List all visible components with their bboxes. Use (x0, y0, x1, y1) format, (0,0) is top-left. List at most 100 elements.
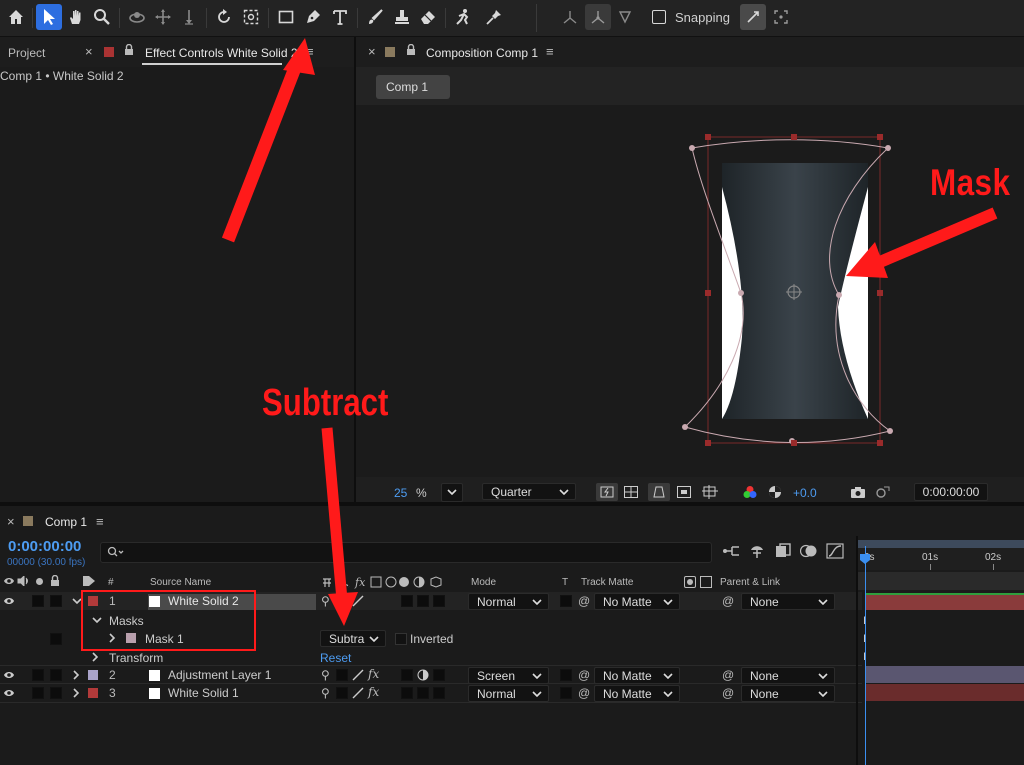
home-icon[interactable] (3, 4, 29, 30)
fast-previews-icon[interactable] (596, 483, 618, 501)
parent-dropdown[interactable]: None (741, 685, 835, 702)
local-axis-icon[interactable] (557, 4, 583, 30)
world-axis-icon[interactable] (585, 4, 611, 30)
dolly-tool-icon[interactable] (176, 4, 202, 30)
grid-guides-icon[interactable] (702, 485, 718, 499)
mask-name[interactable]: Mask 1 (145, 632, 184, 646)
show-snapshot-icon[interactable] (874, 485, 890, 499)
orbit-tool-icon[interactable] (124, 4, 150, 30)
zoom-value[interactable]: 25 (394, 486, 407, 500)
layer-search-input[interactable] (100, 542, 712, 563)
masks-group-row[interactable]: Masks (0, 611, 862, 629)
track-matte-dropdown[interactable]: No Matte (594, 685, 680, 702)
selection-tool-icon[interactable] (36, 4, 62, 30)
lock-icon[interactable] (124, 44, 134, 56)
tab-project[interactable]: Project (8, 46, 45, 60)
close-tab-icon[interactable]: × (7, 514, 15, 529)
shy-switch-icon[interactable]: ⚲ (321, 668, 330, 682)
panel-menu-icon[interactable]: ≡ (306, 44, 314, 59)
pen-tool-icon[interactable] (300, 4, 326, 30)
mask-visibility-icon[interactable] (648, 483, 670, 501)
snap-edges-icon[interactable] (740, 4, 766, 30)
snapshot-icon[interactable] (850, 486, 866, 498)
layer-name[interactable]: White Solid 2 (168, 594, 239, 608)
anchor-tool-icon[interactable] (238, 4, 264, 30)
mask-mode-dropdown[interactable]: Subtra (320, 630, 386, 647)
shy-layers-icon[interactable] (748, 543, 766, 559)
transparency-grid-icon[interactable] (624, 486, 638, 498)
zoom-tool-icon[interactable] (89, 4, 115, 30)
roto-brush-icon[interactable] (450, 4, 476, 30)
column-source-name[interactable]: Source Name (150, 577, 211, 588)
region-of-interest-icon[interactable] (677, 486, 691, 498)
layer-bar-2[interactable] (866, 666, 1024, 683)
reset-link[interactable]: Reset (320, 651, 351, 665)
transform-group-row[interactable]: Transform Reset (0, 648, 862, 666)
brush-tool-icon[interactable] (362, 4, 388, 30)
work-area-bar[interactable] (858, 540, 1024, 548)
composition-viewer[interactable] (356, 107, 1024, 475)
panel-menu-icon[interactable]: ≡ (96, 514, 104, 529)
shy-switch-icon[interactable]: ⚲ (321, 594, 330, 608)
view-axis-icon[interactable] (612, 4, 638, 30)
layer-bar-3[interactable] (866, 684, 1024, 701)
comp-breadcrumb-button[interactable]: Comp 1 (376, 75, 450, 99)
hand-tool-icon[interactable] (63, 4, 89, 30)
current-time[interactable]: 0:00:00:00 (8, 538, 81, 555)
parent-dropdown[interactable]: None (741, 593, 835, 610)
layer-mode-dropdown[interactable]: Screen (468, 667, 549, 684)
layer-bar-1[interactable] (866, 593, 1024, 610)
layer-row-3[interactable]: 3 White Solid 1 ⚲ fx Normal @ No Matte @… (0, 683, 862, 703)
layer-name[interactable]: Adjustment Layer 1 (168, 668, 271, 682)
layer-row-1[interactable]: 1 White Solid 2 ⚲ Normal @ No Matte @ No… (0, 592, 862, 610)
layer-label-color[interactable] (88, 688, 98, 698)
layer-label-color[interactable] (88, 596, 98, 606)
rectangle-tool-icon[interactable] (273, 4, 299, 30)
layer-mode-dropdown[interactable]: Normal (468, 685, 549, 702)
timeline-nav-bar[interactable] (858, 572, 1024, 590)
parent-dropdown[interactable]: None (741, 667, 835, 684)
pick-whip-icon[interactable]: @ (578, 686, 590, 700)
time-ruler[interactable]: 0s 01s 02s (858, 548, 1024, 570)
layer-mode-dropdown[interactable]: Normal (468, 593, 549, 610)
type-tool-icon[interactable] (327, 4, 353, 30)
mask-color-swatch[interactable] (126, 633, 136, 643)
parent-pick-whip-icon[interactable]: @ (722, 594, 734, 608)
playhead[interactable] (865, 546, 866, 765)
layer-label-color[interactable] (88, 670, 98, 680)
panel-menu-icon[interactable]: ≡ (546, 44, 554, 59)
tab-timeline[interactable]: Comp 1 (45, 515, 87, 529)
comp-mini-flowchart-icon[interactable] (722, 543, 742, 559)
mask-row[interactable]: Mask 1 Subtra Inverted (0, 629, 862, 647)
track-matte-dropdown[interactable]: No Matte (594, 593, 680, 610)
lock-icon[interactable] (406, 44, 416, 56)
pan-tool-icon[interactable] (150, 4, 176, 30)
exposure-value[interactable]: +0.0 (793, 486, 817, 500)
tab-effect-controls[interactable]: Effect Controls White Solid 2 (145, 46, 298, 60)
puppet-pin-icon[interactable] (481, 4, 507, 30)
effects-switch-icon[interactable]: fx (368, 685, 379, 699)
parent-pick-whip-icon[interactable]: @ (722, 686, 734, 700)
resolution-dropdown[interactable]: Quarter (482, 483, 576, 500)
frame-blending-icon[interactable] (774, 543, 792, 559)
snapping-checkbox[interactable] (652, 10, 666, 24)
close-tab-icon[interactable]: × (368, 44, 376, 59)
snap-features-icon[interactable] (768, 4, 794, 30)
parent-pick-whip-icon[interactable]: @ (722, 668, 734, 682)
graph-editor-icon[interactable] (826, 543, 844, 559)
eraser-icon[interactable] (415, 4, 441, 30)
motion-blur-icon[interactable] (800, 543, 818, 559)
pick-whip-icon[interactable]: @ (578, 668, 590, 682)
shy-switch-icon[interactable]: ⚲ (321, 686, 330, 700)
track-matte-dropdown[interactable]: No Matte (594, 667, 680, 684)
pick-whip-icon[interactable]: @ (578, 594, 590, 608)
viewer-timecode[interactable]: 0:00:00:00 (914, 483, 988, 501)
effects-switch-icon[interactable]: fx (368, 667, 379, 681)
inverted-checkbox[interactable] (395, 633, 407, 645)
layer-name[interactable]: White Solid 1 (168, 686, 239, 700)
zoom-dropdown[interactable] (441, 483, 463, 502)
layer-row-2[interactable]: 2 Adjustment Layer 1 ⚲ fx Screen @ No Ma… (0, 665, 862, 684)
rotate-tool-icon[interactable] (211, 4, 237, 30)
close-tab-icon[interactable]: × (85, 44, 93, 59)
tab-composition[interactable]: Composition Comp 1 (426, 46, 538, 60)
